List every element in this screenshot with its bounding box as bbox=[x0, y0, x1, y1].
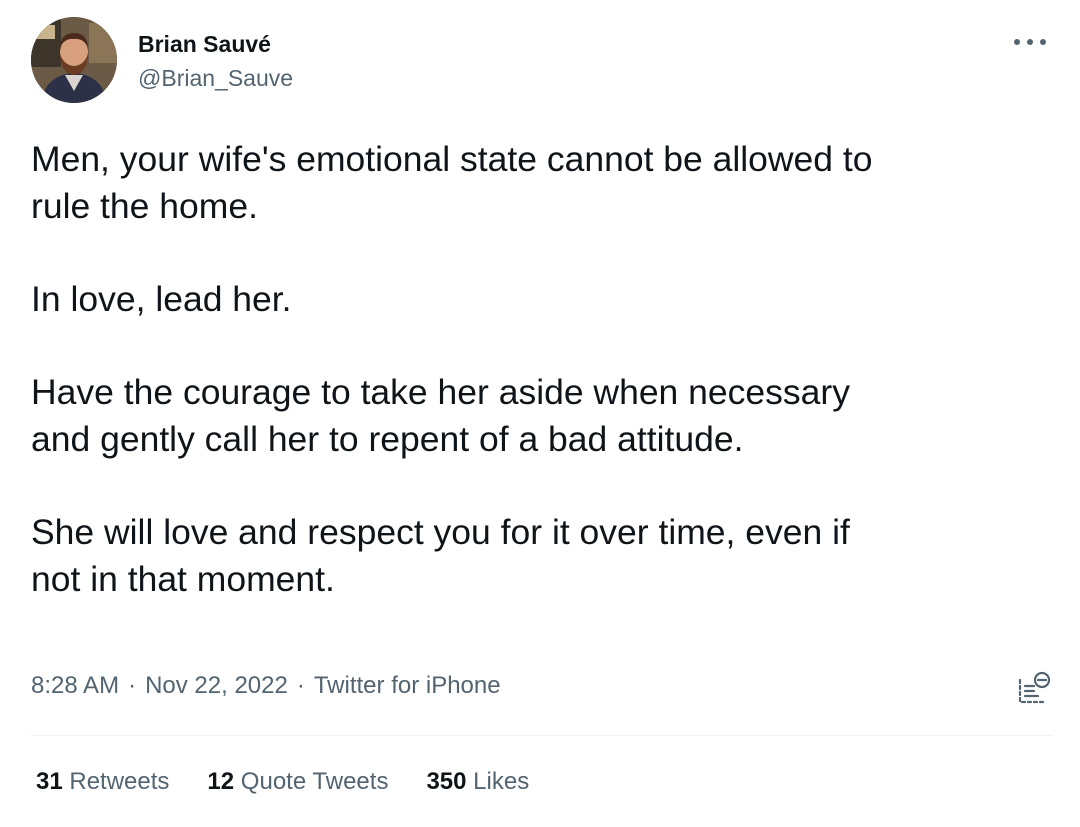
tweet-line: In love, lead her. bbox=[31, 279, 292, 319]
meta-separator: · bbox=[296, 672, 305, 699]
tweet-paragraph: In love, lead her. bbox=[31, 276, 1041, 323]
display-name[interactable]: Brian Sauvé bbox=[138, 30, 271, 58]
retweets-count: 31 bbox=[36, 768, 63, 795]
analytics-button[interactable] bbox=[1016, 670, 1052, 706]
tweet-line: She will love and respect you for it ove… bbox=[31, 512, 850, 552]
retweets-label: Retweets bbox=[69, 768, 170, 795]
tweet-card: Brian Sauvé @Brian_Sauve Men, your wife'… bbox=[0, 0, 1080, 827]
engagement-stats: 31 Retweets 12 Quote Tweets 350 Likes bbox=[36, 767, 529, 797]
tweet-paragraph: She will love and respect you for it ove… bbox=[31, 509, 1041, 603]
retweets-stat[interactable]: 31 Retweets bbox=[36, 767, 169, 797]
quote-tweets-count: 12 bbox=[207, 768, 235, 795]
tweet-line: rule the home. bbox=[31, 186, 258, 226]
likes-stat[interactable]: 350 Likes bbox=[426, 767, 529, 797]
tweet-metadata: 8:28 AM · Nov 22, 2022 · Twitter for iPhone bbox=[31, 671, 501, 701]
user-handle[interactable]: @Brian_Sauve bbox=[138, 64, 293, 92]
divider bbox=[31, 735, 1052, 736]
tweet-paragraph: Men, your wife's emotional state cannot … bbox=[31, 136, 1041, 230]
tweet-text: Men, your wife's emotional state cannot … bbox=[31, 136, 1041, 603]
profile-photo bbox=[31, 17, 117, 103]
tweet-paragraph: Have the courage to take her aside when … bbox=[31, 369, 1041, 463]
tweet-line: and gently call her to repent of a bad a… bbox=[31, 419, 744, 459]
tweet-line: not in that moment. bbox=[31, 559, 335, 599]
more-horizontal-icon bbox=[1014, 39, 1046, 45]
tweet-time[interactable]: 8:28 AM bbox=[31, 672, 119, 699]
more-options-button[interactable] bbox=[1008, 30, 1052, 54]
likes-count: 350 bbox=[426, 768, 467, 795]
tweet-source[interactable]: Twitter for iPhone bbox=[314, 672, 501, 699]
meta-separator: · bbox=[128, 672, 137, 699]
quote-tweets-stat[interactable]: 12 Quote Tweets bbox=[207, 767, 388, 797]
tweet-date[interactable]: Nov 22, 2022 bbox=[145, 672, 288, 699]
likes-label: Likes bbox=[473, 768, 530, 795]
tweet-line: Have the courage to take her aside when … bbox=[31, 372, 850, 412]
avatar[interactable] bbox=[31, 17, 117, 103]
analytics-icon bbox=[1018, 671, 1051, 704]
tweet-line: Men, your wife's emotional state cannot … bbox=[31, 139, 873, 179]
quote-tweets-label: Quote Tweets bbox=[240, 768, 389, 795]
